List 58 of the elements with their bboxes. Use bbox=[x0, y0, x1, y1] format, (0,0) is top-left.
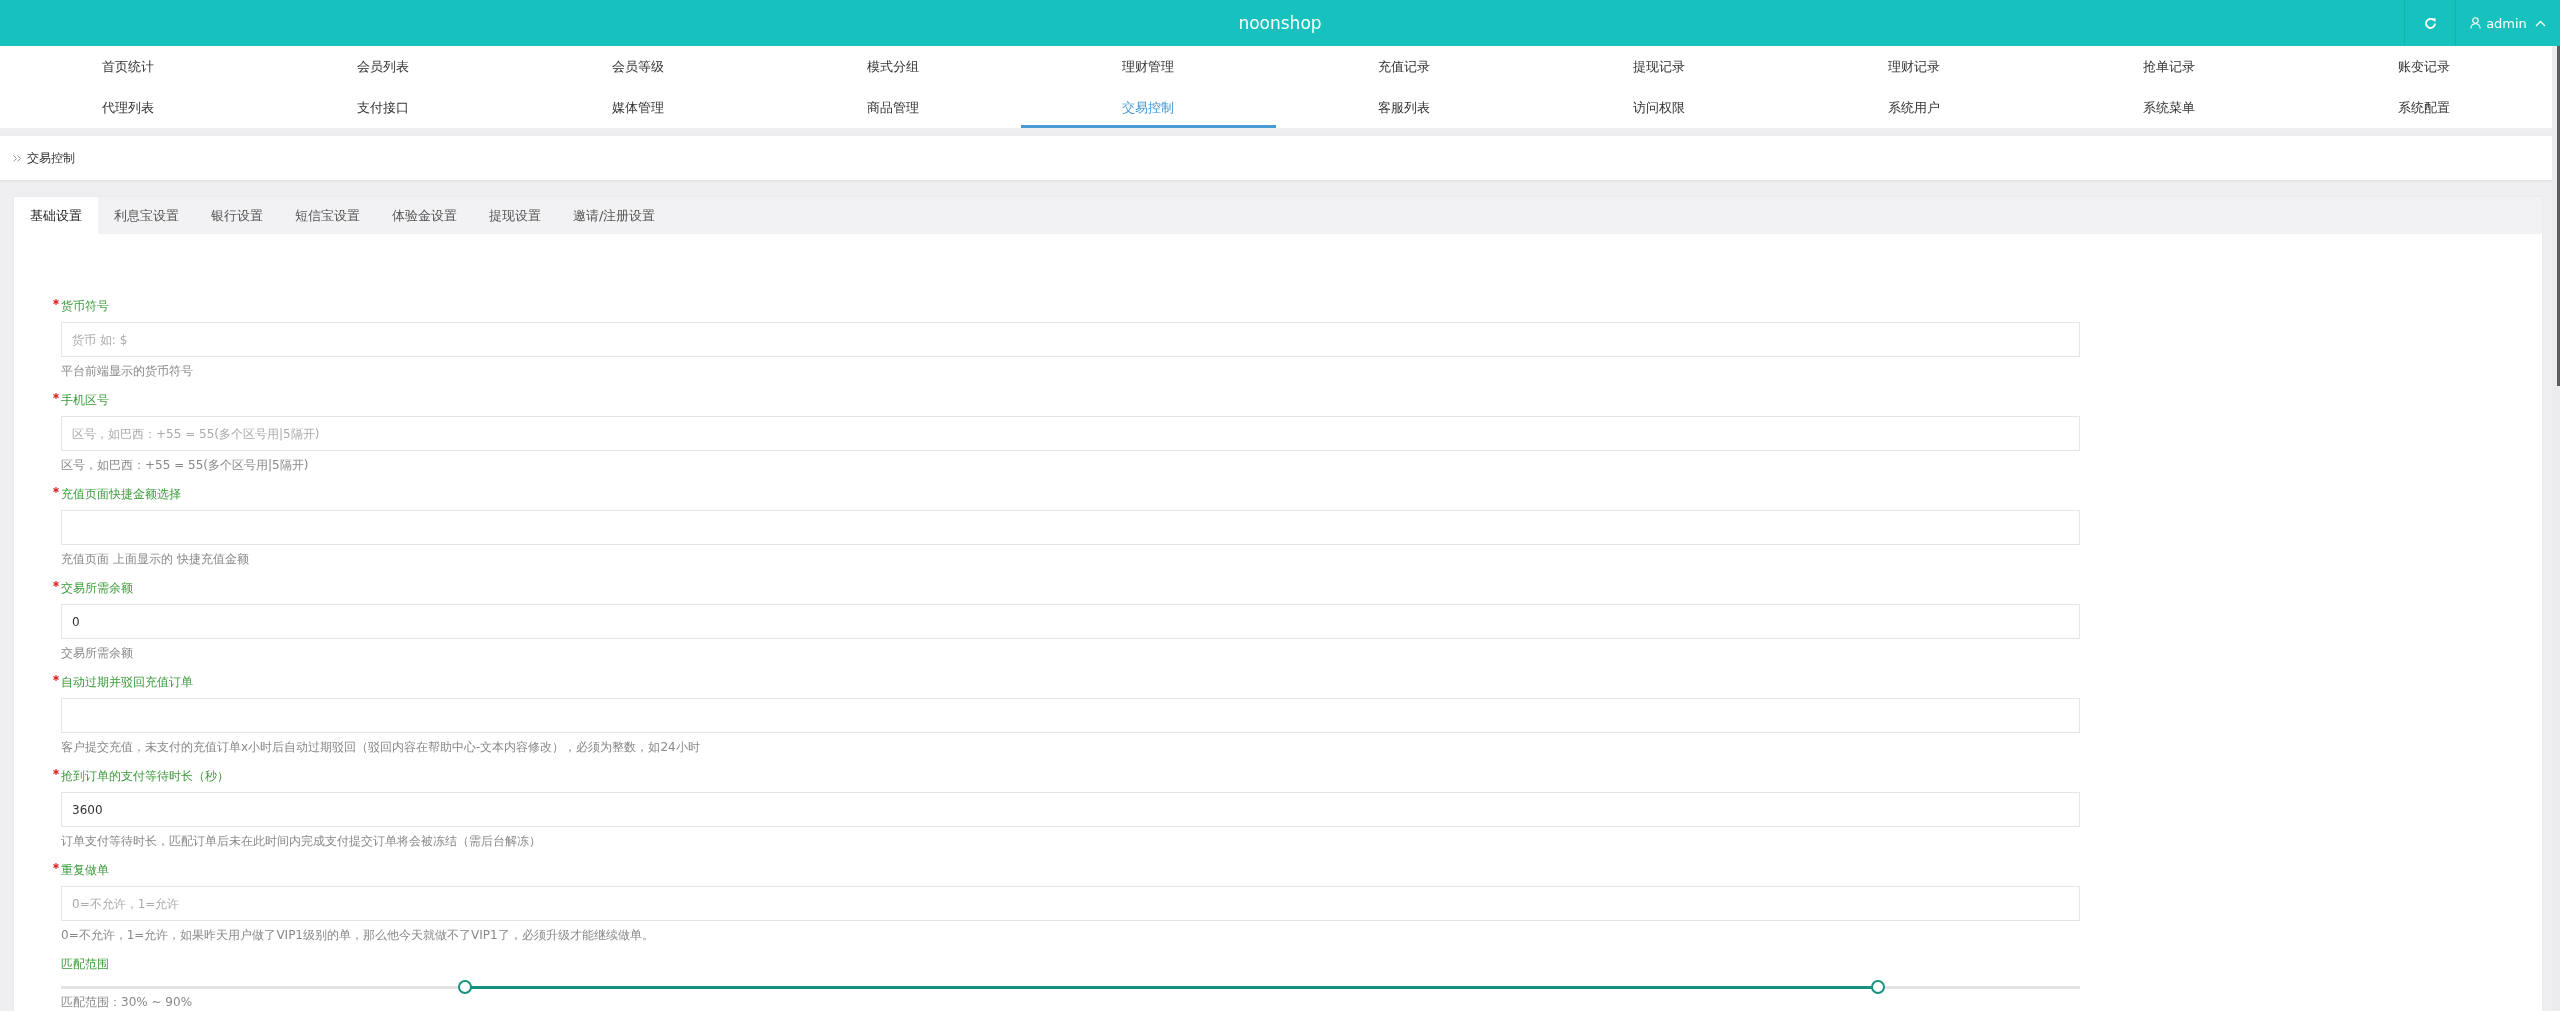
user-icon bbox=[2470, 17, 2482, 29]
field-label: 手机区号 bbox=[61, 392, 109, 409]
caret-up-icon bbox=[2534, 19, 2546, 27]
nav-link[interactable]: 会员等级 bbox=[510, 46, 766, 87]
chevron-icon bbox=[13, 154, 21, 162]
input-field[interactable] bbox=[61, 698, 2080, 733]
tab[interactable]: 利息宝设置 bbox=[98, 197, 195, 234]
input-field[interactable]: 货币 如: $ bbox=[61, 322, 2080, 357]
field-label: 交易所需余额 bbox=[61, 580, 133, 597]
nav-link[interactable]: 理财记录 bbox=[1786, 46, 2042, 87]
nav-link[interactable]: 商品管理 bbox=[765, 87, 1021, 128]
nav-link[interactable]: 会员列表 bbox=[255, 46, 511, 87]
nav-link[interactable]: 媒体管理 bbox=[510, 87, 766, 128]
nav-link[interactable]: 客服列表 bbox=[1276, 87, 1532, 128]
tab[interactable]: 体验金设置 bbox=[376, 197, 473, 234]
nav-link[interactable]: 支付接口 bbox=[255, 87, 511, 128]
app-title: noonshop bbox=[1238, 13, 1322, 33]
nav-link[interactable]: 访问权限 bbox=[1531, 87, 1787, 128]
nav-link[interactable]: 系统用户 bbox=[1786, 87, 2042, 128]
refresh-icon bbox=[2423, 16, 2437, 30]
help-text: 0=不允许，1=允许，如果昨天用户做了VIP1级别的单，那么他今天就做不了VIP1了，必须升级才能继续做单。 bbox=[61, 927, 655, 944]
help-text: 平台前端显示的货币符号 bbox=[61, 363, 194, 380]
help-text: 交易所需余额 bbox=[61, 645, 134, 662]
field-label: 抢到订单的支付等待时长（秒） bbox=[61, 768, 229, 785]
help-text: 匹配范围：30% ~ 90% bbox=[61, 995, 194, 1010]
tab[interactable]: 短信宝设置 bbox=[279, 197, 376, 234]
field-label: 充值页面快捷金额选择 bbox=[61, 486, 181, 503]
field-label: 匹配范围 bbox=[61, 956, 109, 973]
nav-link[interactable]: 提现记录 bbox=[1531, 46, 1787, 87]
tab[interactable]: 基础设置 bbox=[14, 197, 98, 234]
slider-thumb[interactable] bbox=[1871, 980, 1886, 994]
help-text: 订单支付等待时长，匹配订单后未在此时间内完成支付提交订单将会被冻结（需后台解冻） bbox=[61, 833, 542, 850]
nav-link[interactable]: 代理列表 bbox=[0, 87, 256, 128]
slider-thumb[interactable] bbox=[457, 980, 472, 994]
nav-link[interactable]: 模式分组 bbox=[765, 46, 1021, 87]
nav-link[interactable]: 系统菜单 bbox=[2041, 87, 2297, 128]
nav-link[interactable]: 理财管理 bbox=[1020, 46, 1276, 87]
field-label: 自动过期并驳回充值订单 bbox=[61, 674, 193, 691]
tab[interactable]: 提现设置 bbox=[473, 197, 557, 234]
tab[interactable]: 邀请/注册设置 bbox=[557, 197, 672, 234]
field-label: 重复做单 bbox=[61, 862, 109, 879]
nav-link[interactable]: 系统配置 bbox=[2296, 87, 2552, 128]
field-label: 货币符号 bbox=[61, 298, 109, 315]
help-text: 区号，如巴西：+55 = 55(多个区号用|5隔开) bbox=[61, 457, 310, 474]
tab[interactable]: 银行设置 bbox=[195, 197, 279, 234]
nav-link[interactable]: 首页统计 bbox=[0, 46, 256, 87]
help-text: 客户提交充值，未支付的充值订单x小时后自动过期驳回（驳回内容在帮助中心-文本内容修改），必须为整数，如24小时 bbox=[61, 739, 701, 756]
breadcrumb-text: 交易控制 bbox=[27, 149, 75, 167]
help-text: 充值页面 上面显示的 快捷充值金额 bbox=[61, 551, 250, 568]
nav-link[interactable]: 充值记录 bbox=[1276, 46, 1532, 87]
input-field[interactable]: 0=不允许，1=允许 bbox=[61, 886, 2080, 921]
scrollbar-thumb[interactable] bbox=[2557, 46, 2560, 386]
nav-link[interactable]: 抢单记录 bbox=[2041, 46, 2297, 87]
input-field[interactable]: 3600 bbox=[61, 792, 2080, 827]
input-field[interactable]: 0 bbox=[61, 604, 2080, 639]
nav-link[interactable]: 账变记录 bbox=[2296, 46, 2552, 87]
input-field[interactable]: 区号，如巴西：+55 = 55(多个区号用|5隔开) bbox=[61, 416, 2080, 451]
input-field[interactable] bbox=[61, 510, 2080, 545]
